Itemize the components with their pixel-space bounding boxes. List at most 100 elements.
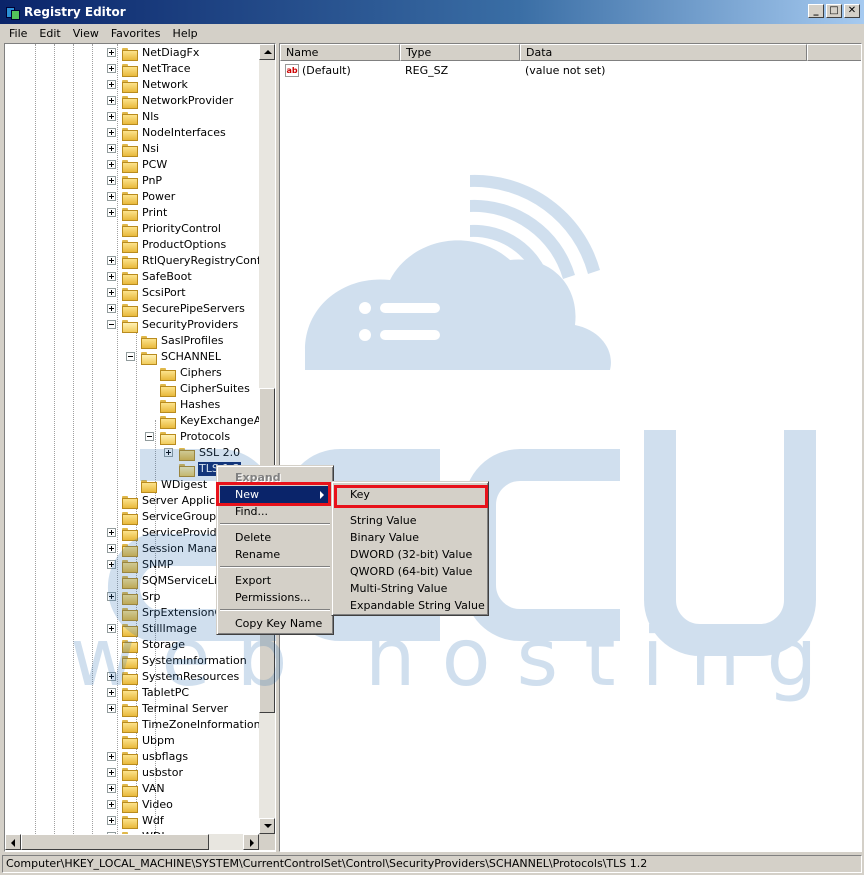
menu-view[interactable]: View [67, 27, 105, 40]
expand-plus-icon[interactable] [164, 448, 173, 457]
tree-node-rtlqueryregistryconfig[interactable]: RtlQueryRegistryConfig [5, 253, 259, 269]
expand-plus-icon[interactable] [107, 160, 116, 169]
expand-plus-icon[interactable] [107, 256, 116, 265]
collapse-minus-icon[interactable] [145, 432, 154, 441]
context-menu-permissions[interactable]: Permissions... [220, 589, 330, 606]
scroll-up-button[interactable] [259, 44, 275, 60]
expand-plus-icon[interactable] [107, 176, 116, 185]
tree-node-networkprovider[interactable]: NetworkProvider [5, 93, 259, 109]
tree-node-ciphers[interactable]: Ciphers [5, 365, 259, 381]
maximize-button[interactable]: □ [826, 4, 842, 18]
minimize-button[interactable]: _ [808, 4, 824, 18]
column-header-name[interactable]: Name [280, 44, 400, 61]
tree-node-usbstor[interactable]: usbstor [5, 765, 259, 781]
collapse-minus-icon[interactable] [107, 320, 116, 329]
scroll-right-button[interactable] [243, 834, 259, 850]
tree-node-timezoneinformation[interactable]: TimeZoneInformation [5, 717, 259, 733]
tree-node-saslprofiles[interactable]: SaslProfiles [5, 333, 259, 349]
tree-node-ssl-2-0[interactable]: SSL 2.0 [5, 445, 259, 461]
menu-edit[interactable]: Edit [33, 27, 66, 40]
tree-node-productoptions[interactable]: ProductOptions [5, 237, 259, 253]
column-header-type[interactable]: Type [400, 44, 520, 61]
tree-node-terminal-server[interactable]: Terminal Server [5, 701, 259, 717]
tree-node-nsi[interactable]: Nsi [5, 141, 259, 157]
scroll-left-button[interactable] [5, 834, 21, 850]
tree-node-schannel[interactable]: SCHANNEL [5, 349, 259, 365]
expand-plus-icon[interactable] [107, 816, 116, 825]
tree-node-systeminformation[interactable]: SystemInformation [5, 653, 259, 669]
expand-plus-icon[interactable] [107, 528, 116, 537]
menu-favorites[interactable]: Favorites [105, 27, 167, 40]
expand-plus-icon[interactable] [107, 544, 116, 553]
tree-node-securityproviders[interactable]: SecurityProviders [5, 317, 259, 333]
tree-node-scsiport[interactable]: ScsiPort [5, 285, 259, 301]
tree-node-pcw[interactable]: PCW [5, 157, 259, 173]
values-list-pane[interactable]: Name Type Data ab (Default) REG_SZ (valu… [279, 43, 862, 852]
column-header-data[interactable]: Data [520, 44, 807, 61]
tree-node-systemresources[interactable]: SystemResources [5, 669, 259, 685]
tree-node-protocols[interactable]: Protocols [5, 429, 259, 445]
expand-plus-icon[interactable] [107, 64, 116, 73]
registry-tree-pane[interactable]: NetDiagFx NetTrace Network NetworkProvider N… [4, 43, 276, 852]
tree-node-pnp[interactable]: PnP [5, 173, 259, 189]
new-submenu-multi-string-value[interactable]: Multi-String Value [335, 580, 485, 597]
tree-node-network[interactable]: Network [5, 77, 259, 93]
new-submenu-key[interactable]: Key [335, 486, 485, 503]
new-submenu-binary-value[interactable]: Binary Value [335, 529, 485, 546]
hscroll-thumb[interactable] [21, 834, 209, 850]
context-menu-copy-key-name[interactable]: Copy Key Name [220, 615, 330, 632]
expand-plus-icon[interactable] [107, 288, 116, 297]
expand-plus-icon[interactable] [107, 112, 116, 121]
tree-node-usbflags[interactable]: usbflags [5, 749, 259, 765]
new-submenu-string-value[interactable]: String Value [335, 512, 485, 529]
expand-plus-icon[interactable] [107, 48, 116, 57]
tree-node-print[interactable]: Print [5, 205, 259, 221]
expand-plus-icon[interactable] [107, 272, 116, 281]
tree-vertical-scrollbar[interactable] [259, 44, 275, 834]
close-button[interactable]: ✕ [844, 4, 860, 18]
tree-node-tabletpc[interactable]: TabletPC [5, 685, 259, 701]
collapse-minus-icon[interactable] [126, 352, 135, 361]
expand-plus-icon[interactable] [107, 128, 116, 137]
expand-plus-icon[interactable] [107, 752, 116, 761]
tree-node-hashes[interactable]: Hashes [5, 397, 259, 413]
tree-node-video[interactable]: Video [5, 797, 259, 813]
tree-node-van[interactable]: VAN [5, 781, 259, 797]
scroll-down-button[interactable] [259, 818, 275, 834]
expand-plus-icon[interactable] [107, 624, 116, 633]
context-menu-delete[interactable]: Delete [220, 529, 330, 546]
tree-node-prioritycontrol[interactable]: PriorityControl [5, 221, 259, 237]
tree-node-ciphersuites[interactable]: CipherSuites [5, 381, 259, 397]
tree-node-nodeinterfaces[interactable]: NodeInterfaces [5, 125, 259, 141]
tree-node-securepipeservers[interactable]: SecurePipeServers [5, 301, 259, 317]
expand-plus-icon[interactable] [107, 768, 116, 777]
context-menu-new[interactable]: New [220, 486, 330, 503]
expand-plus-icon[interactable] [107, 80, 116, 89]
expand-plus-icon[interactable] [107, 560, 116, 569]
menu-help[interactable]: Help [167, 27, 204, 40]
tree-node-storage[interactable]: Storage [5, 637, 259, 653]
tree-horizontal-scrollbar[interactable] [5, 834, 259, 850]
expand-plus-icon[interactable] [107, 784, 116, 793]
expand-plus-icon[interactable] [107, 304, 116, 313]
expand-plus-icon[interactable] [107, 592, 116, 601]
expand-plus-icon[interactable] [107, 704, 116, 713]
tree-node-ubpm[interactable]: Ubpm [5, 733, 259, 749]
tree-node-nettrace[interactable]: NetTrace [5, 61, 259, 77]
expand-plus-icon[interactable] [107, 192, 116, 201]
expand-plus-icon[interactable] [107, 96, 116, 105]
menu-file[interactable]: File [0, 27, 33, 40]
registry-editor-app-icon[interactable] [4, 4, 20, 20]
expand-plus-icon[interactable] [107, 800, 116, 809]
list-item[interactable]: ab (Default) REG_SZ (value not set) [280, 63, 861, 79]
expand-plus-icon[interactable] [107, 144, 116, 153]
tree-node-safeboot[interactable]: SafeBoot [5, 269, 259, 285]
new-submenu-qword-64-bit-value[interactable]: QWORD (64-bit) Value [335, 563, 485, 580]
expand-plus-icon[interactable] [107, 688, 116, 697]
new-submenu-expandable-string-value[interactable]: Expandable String Value [335, 597, 485, 614]
tree-node-nls[interactable]: Nls [5, 109, 259, 125]
context-menu-find[interactable]: Find... [220, 503, 330, 520]
new-submenu-dword-32-bit-value[interactable]: DWORD (32-bit) Value [335, 546, 485, 563]
tree-node-keyexchangealgorithms[interactable]: KeyExchangeAlgorithms [5, 413, 259, 429]
context-menu-rename[interactable]: Rename [220, 546, 330, 563]
